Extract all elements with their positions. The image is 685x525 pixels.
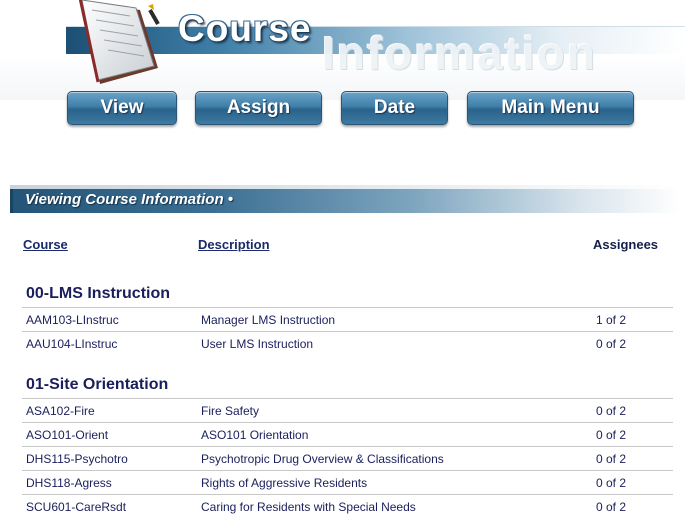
table-row[interactable]: DHS115-Psychotro Psychotropic Drug Overv… <box>22 446 673 470</box>
course-code: SCU601-CareRsdt <box>26 500 127 514</box>
course-code: ASO101-Orient <box>26 428 109 442</box>
page-header: Course Information View Assign Date Main… <box>0 0 685 135</box>
main-menu-button[interactable]: Main Menu <box>467 91 634 125</box>
column-header-assignees: Assignees <box>593 237 659 252</box>
course-code: DHS115-Psychotro <box>26 452 128 466</box>
section-title: Viewing Course Information • <box>25 191 234 208</box>
column-header-course[interactable]: Course <box>23 237 68 252</box>
table-row[interactable]: SCU601-CareRsdt Caring for Residents wit… <box>22 494 673 518</box>
course-description: Rights of Aggressive Residents <box>201 476 368 490</box>
view-button[interactable]: View <box>67 91 177 125</box>
section-bar-body: Viewing Course Information • <box>10 189 680 213</box>
notebook-pen-icon <box>78 0 160 84</box>
course-description: Manager LMS Instruction <box>201 313 336 327</box>
assignee-count: 0 of 2 <box>596 500 627 514</box>
course-code: AAU104-LInstruc <box>26 337 118 351</box>
assignee-count: 0 of 2 <box>596 476 627 490</box>
section-header-bar: Viewing Course Information • <box>10 185 680 213</box>
assignee-count: 0 of 2 <box>596 337 627 351</box>
page-title: Course <box>178 8 312 49</box>
group-title: 00-LMS Instruction <box>26 285 171 302</box>
group-title: 01-Site Orientation <box>26 376 169 393</box>
column-header-description[interactable]: Description <box>198 237 270 252</box>
course-description: Psychotropic Drug Overview & Classificat… <box>201 452 444 466</box>
course-description: Caring for Residents with Special Needs <box>201 500 416 514</box>
table-row[interactable]: AAM103-LInstruc Manager LMS Instruction … <box>22 307 673 331</box>
course-code: AAM103-LInstruc <box>26 313 119 327</box>
table-row[interactable]: ASA102-Fire Fire Safety 0 of 2 <box>22 398 673 422</box>
assign-button[interactable]: Assign <box>195 91 322 125</box>
assignee-count: 1 of 2 <box>596 313 627 327</box>
page-subtitle: Information <box>322 27 597 79</box>
table-row[interactable]: DHS118-Agress Rights of Aggressive Resid… <box>22 470 673 494</box>
table-row[interactable]: AAU104-LInstruc User LMS Instruction 0 o… <box>22 331 673 355</box>
assignee-count: 0 of 2 <box>596 452 627 466</box>
assignee-count: 0 of 2 <box>596 428 627 442</box>
course-description: User LMS Instruction <box>201 337 314 351</box>
course-code: ASA102-Fire <box>26 404 95 418</box>
table-row[interactable]: ASO101-Orient ASO101 Orientation 0 of 2 <box>22 422 673 446</box>
course-code: DHS118-Agress <box>26 476 112 490</box>
course-description: ASO101 Orientation <box>201 428 309 442</box>
course-description: Fire Safety <box>201 404 260 418</box>
assignee-count: 0 of 2 <box>596 404 627 418</box>
date-button[interactable]: Date <box>341 91 448 125</box>
